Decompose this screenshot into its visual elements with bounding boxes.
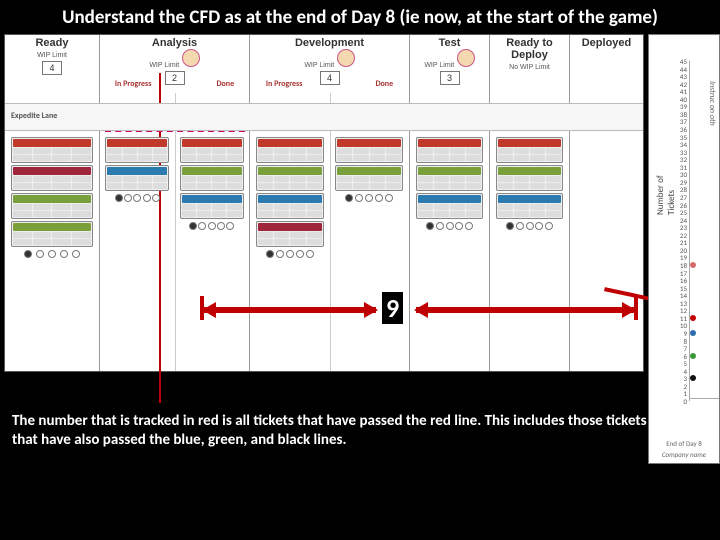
cfd-point xyxy=(690,375,696,381)
kanban-card xyxy=(11,165,92,191)
expedite-lane: Expedite Lane xyxy=(5,103,643,131)
kanban-card xyxy=(105,165,169,191)
cfd-point xyxy=(690,330,696,336)
kanban-card xyxy=(416,165,484,191)
kanban-card xyxy=(335,165,403,191)
kanban-card xyxy=(416,137,484,163)
avatar-icon xyxy=(337,49,355,67)
card-stack xyxy=(490,133,569,231)
cfd-point xyxy=(690,262,696,268)
kanban-card xyxy=(335,137,403,163)
kanban-card xyxy=(180,137,244,163)
card-stack xyxy=(5,133,99,259)
kanban-card xyxy=(496,137,564,163)
col-deployed: Deployed xyxy=(570,35,643,371)
col-ready: Ready WIP Limit 4 xyxy=(5,35,100,371)
kanban-card xyxy=(256,165,324,191)
col-header: Analysis WIP Limit 2 xyxy=(100,35,249,85)
card-stack xyxy=(250,133,330,259)
col-title: Development xyxy=(250,37,409,49)
wip-label: WIP Limit xyxy=(149,62,179,69)
wip-label: WIP Limit xyxy=(424,62,454,69)
measure-number: 9 xyxy=(382,292,403,324)
slide-title: Understand the CFD as at the end of Day … xyxy=(0,6,720,29)
col-test: Test WIP Limit 3 xyxy=(410,35,490,371)
card-stack xyxy=(100,133,175,203)
wip-label: No WIP Limit xyxy=(509,64,550,71)
sub-in-progress: In Progress xyxy=(115,79,152,89)
day-dots xyxy=(344,194,394,201)
col-analysis: Analysis WIP Limit 2 In Progress Done xyxy=(100,35,250,371)
kanban-card xyxy=(256,221,324,247)
kanban-card xyxy=(496,165,564,191)
arrow-left xyxy=(204,307,376,313)
day-dots xyxy=(265,250,315,257)
x-axis-line xyxy=(689,398,719,399)
cfd-point xyxy=(690,353,696,359)
wip-value: 4 xyxy=(320,71,340,85)
avatar-icon xyxy=(457,49,475,67)
day-dots xyxy=(425,222,475,229)
kanban-card xyxy=(11,137,92,163)
sub-in-progress: In Progress xyxy=(266,79,303,89)
day-dots xyxy=(188,222,235,229)
wip-label: WIP Limit xyxy=(304,62,334,69)
kanban-card xyxy=(180,165,244,191)
day-dots xyxy=(22,250,82,257)
col-title: Analysis xyxy=(100,37,249,49)
kanban-card xyxy=(105,137,169,163)
kanban-card xyxy=(180,193,244,219)
y-tick: 0 xyxy=(673,397,687,406)
col-title: Ready to Deploy xyxy=(490,37,569,61)
sub-done: Done xyxy=(375,79,393,89)
kanban-card xyxy=(256,193,324,219)
col-ready-deploy: Ready to Deploy No WIP Limit xyxy=(490,35,570,371)
col-title: Ready xyxy=(5,37,99,49)
wip-value: 4 xyxy=(42,61,62,75)
avatar-icon xyxy=(182,49,200,67)
col-header: Ready to Deploy No WIP Limit xyxy=(490,35,569,71)
arrow-right xyxy=(416,307,634,313)
wip-label: WIP Limit xyxy=(37,52,67,59)
kanban-card xyxy=(496,193,564,219)
kanban-card xyxy=(256,137,324,163)
expedite-label: Expedite Lane xyxy=(11,111,57,121)
y-axis-line xyxy=(689,61,690,401)
kanban-card xyxy=(11,221,92,247)
col-title: Deployed xyxy=(570,37,643,49)
slide: Understand the CFD as at the end of Day … xyxy=(0,0,720,540)
col-header: Development WIP Limit 4 xyxy=(250,35,409,85)
cfd-point xyxy=(690,315,696,321)
card-stack xyxy=(330,133,410,203)
explanation-text: The number that is tracked in red is all… xyxy=(12,412,652,450)
col-title: Test xyxy=(410,37,489,49)
company-label: Company name xyxy=(649,450,719,459)
card-stack xyxy=(175,133,250,231)
day-dots xyxy=(505,222,555,229)
day-dots xyxy=(114,194,161,201)
end-of-day-label: End of Day 8 xyxy=(649,439,719,448)
wip-value: 3 xyxy=(440,71,460,85)
wip-value: 2 xyxy=(165,71,185,85)
col-header: Ready WIP Limit 4 xyxy=(5,35,99,75)
col-header: Test WIP Limit 3 xyxy=(410,35,489,85)
arrow-right-cap xyxy=(634,296,638,320)
cfd-chart: Instruc on oth Number of Tickets 4544434… xyxy=(648,34,720,464)
kanban-board: Ready WIP Limit 4 Analysis WIP Limit 2 I… xyxy=(4,34,644,372)
kanban-card xyxy=(11,193,92,219)
card-stack xyxy=(410,133,489,231)
clipped-text: Instruc on oth xyxy=(707,81,717,126)
kanban-card xyxy=(416,193,484,219)
sub-done: Done xyxy=(216,79,234,89)
x-axis-label: End of Day 8 Company name xyxy=(649,439,719,459)
col-header: Deployed xyxy=(570,35,643,49)
